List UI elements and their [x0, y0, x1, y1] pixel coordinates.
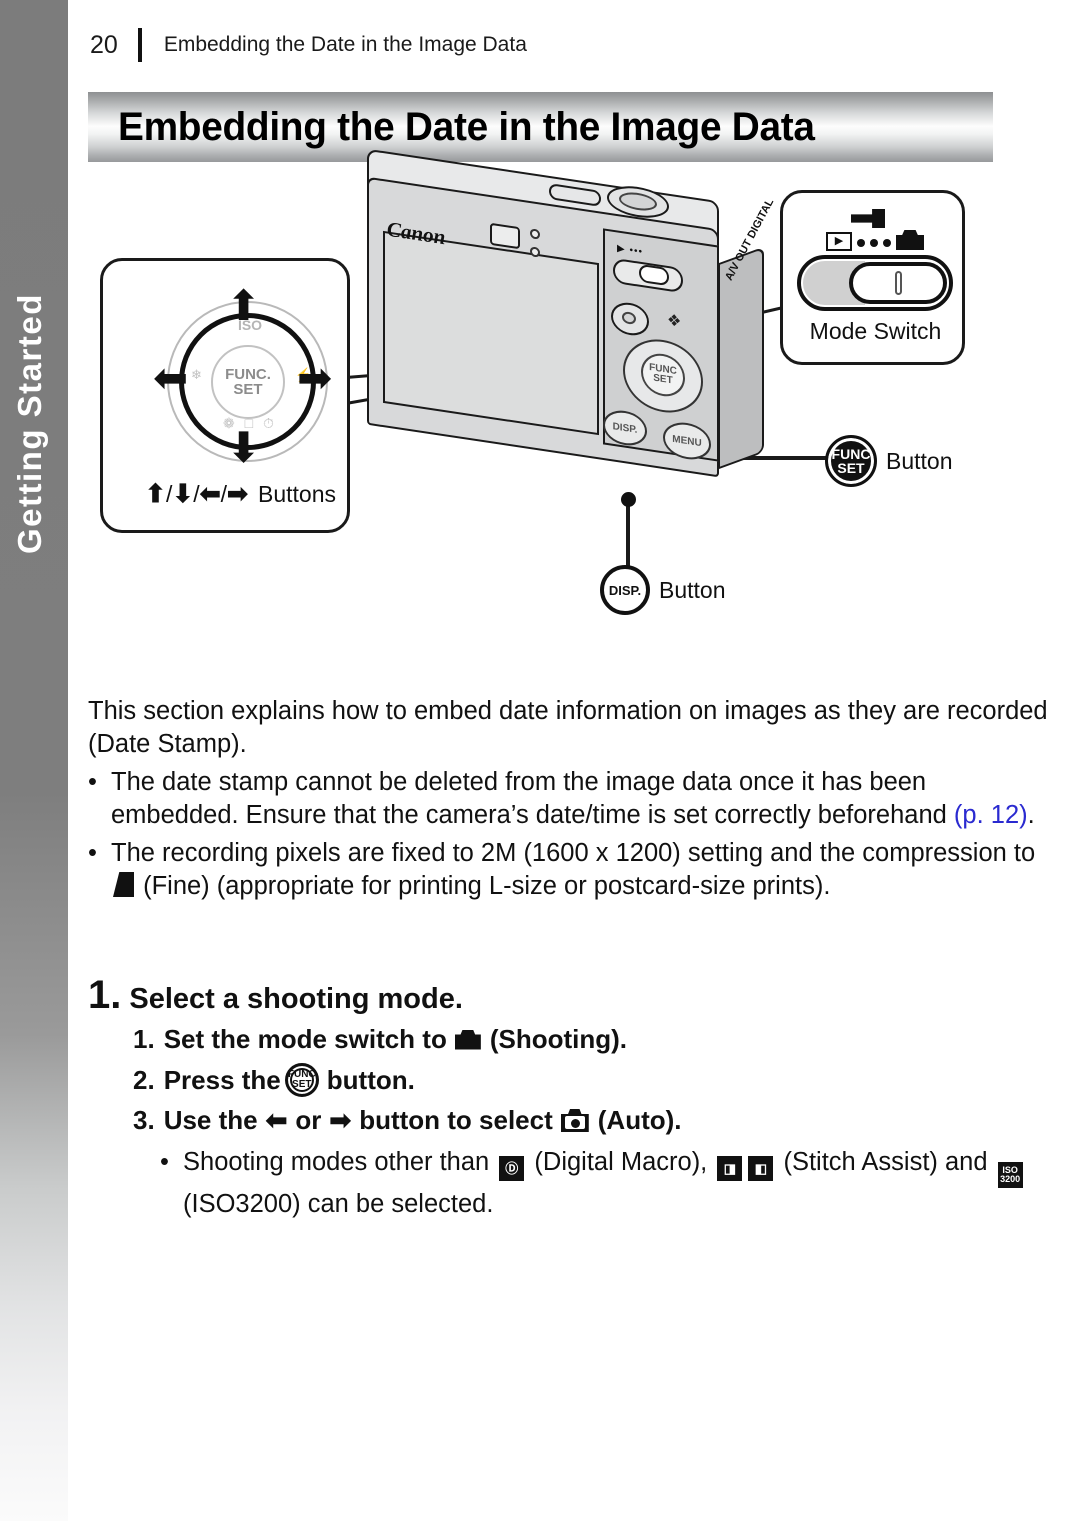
mode-slider-track: [797, 255, 953, 311]
iso-icon-line2: 3200: [1000, 1174, 1021, 1185]
playback-mode-icon: ▶: [826, 232, 852, 251]
note-part-1: Shooting modes other than: [183, 1148, 490, 1176]
substep-3-number: 3.: [133, 1105, 155, 1135]
bullet-1-part-b: .: [1027, 801, 1035, 830]
bullet-marker-2: •: [88, 838, 97, 867]
dpad-illustration: ISO ❄ ⚡ ❁ □ ⏱ FUNC. SET ⬆ ⬇ ⬅ ➡: [153, 285, 340, 474]
note-part-3: (Stitch Assist) and: [783, 1148, 988, 1176]
camera-viewfinder: [490, 222, 520, 250]
stitch-assist-icon-2: ◧: [748, 1156, 774, 1181]
func-set-button-icon: FUNC SET: [825, 435, 877, 487]
chapter-tab-label: Getting Started: [11, 293, 48, 554]
dpad-set-text: SET: [233, 381, 263, 398]
dpad-left-arrow-icon: ⬅: [153, 354, 189, 401]
dpad-func-set-center: FUNC. SET: [211, 345, 285, 419]
page-number: 20: [90, 30, 118, 59]
func-inline-line2: SET: [292, 1079, 312, 1090]
body-text: This section explains how to embed date …: [88, 695, 1048, 903]
camera-speaker-icon: ❖: [667, 311, 682, 332]
page-reference-link[interactable]: (p. 12): [954, 801, 1028, 829]
func-icon-line2: SET: [837, 460, 865, 476]
auto-mode-icon: [560, 1109, 589, 1132]
dpad-func-text: FUNC.: [225, 366, 271, 383]
substep-3: 3. Use the ⬅ or ➡ button to select (Auto…: [133, 1105, 1048, 1136]
caption-down-arrow-icon: ⬇: [172, 480, 194, 508]
note-bullet-marker: •: [160, 1148, 169, 1176]
bullet-1-text: The date stamp cannot be deleted from th…: [111, 766, 1048, 833]
substep-3-text-or: or: [295, 1105, 322, 1135]
substep-1-text-a: Set the mode switch to: [163, 1024, 447, 1054]
substep-3-right-arrow-icon: ➡: [329, 1105, 352, 1135]
substep-2-text-a: Press the: [163, 1064, 281, 1095]
func-set-inline-icon: FUNC SET: [284, 1063, 319, 1097]
caption-left-arrow-icon: ⬅: [199, 480, 221, 508]
bullet-item-1: • The date stamp cannot be deleted from …: [88, 766, 1048, 833]
shooting-mode-icon: [896, 230, 924, 250]
step-1-title: Select a shooting mode.: [129, 983, 463, 1015]
manual-page: Getting Started 20 Embedding the Date in…: [0, 0, 1080, 1521]
mode-knob-grip-icon: [894, 271, 902, 295]
step-1-heading: 1. Select a shooting mode.: [88, 975, 1048, 1016]
note-part-2: (Digital Macro),: [534, 1148, 708, 1176]
fine-compression-icon: [113, 871, 134, 897]
camera-diagram: ISO ❄ ⚡ ❁ □ ⏱ FUNC. SET ⬆ ⬇ ⬅ ➡ ⬆ / ⬇ / …: [80, 148, 1070, 670]
intro-paragraph: This section explains how to embed date …: [88, 697, 1048, 759]
iso3200-icon: ISO 3200: [997, 1162, 1023, 1189]
bullet-2-part-a: The recording pixels are fixed to 2M (16…: [111, 838, 1036, 867]
page-title: Embedding the Date in the Image Data: [118, 104, 815, 149]
substep-1-number: 1.: [133, 1024, 155, 1054]
dpad-up-arrow-icon: ⬆: [226, 282, 262, 329]
bullet-item-2: • The recording pixels are fixed to 2M (…: [88, 837, 1048, 904]
bullet-marker-1: •: [88, 767, 97, 796]
func-button-caption: Button: [886, 447, 953, 474]
running-header-title: Embedding the Date in the Image Data: [163, 33, 527, 56]
dpad-right-arrow-icon: ➡: [297, 354, 333, 401]
bullet-2-part-b: (Fine) (appropriate for printing L-size …: [136, 871, 831, 900]
note-part-4: (ISO3200) can be selected.: [183, 1190, 494, 1219]
mode-dot-3-icon: [883, 239, 891, 247]
stitch-assist-icon-1: ◨: [717, 1156, 743, 1181]
camera-illustration: Canon A/V OUT DIGITAL ▶ ••• ❖ FUNC SET D…: [345, 148, 815, 585]
substep-3-text-b: button to select: [359, 1105, 553, 1135]
note-text: Shooting modes other than Ⓓ (Digital Mac…: [183, 1146, 1048, 1222]
running-header: 20 Embedding the Date in the Image Data: [90, 28, 527, 62]
bullet-1-part-a: The date stamp cannot be deleted from th…: [111, 767, 954, 830]
camera-lcd-screen: [383, 230, 599, 436]
caption-up-arrow-icon: ⬆: [145, 480, 166, 508]
mode-switch-icon-row: ▶: [799, 209, 951, 251]
caption-right-arrow-icon: ➡: [227, 480, 248, 508]
dpad-buttons-caption: ⬆ / ⬇ / ⬅ / ➡ Buttons: [123, 479, 358, 509]
substep-1: 1. Set the mode switch to (Shooting).: [133, 1024, 1048, 1055]
bullet-2-text: The recording pixels are fixed to 2M (16…: [111, 837, 1048, 904]
substep-3-left-arrow-icon: ⬅: [265, 1105, 288, 1135]
digital-macro-icon: Ⓓ: [499, 1156, 525, 1181]
shooting-mode-inline-icon: [454, 1029, 481, 1050]
chapter-tab-sidebar: Getting Started: [0, 0, 68, 1521]
camera-dial-set-text: SET: [653, 372, 673, 387]
header-divider: [137, 28, 142, 62]
substep-1-text-b: (Shooting).: [489, 1024, 628, 1054]
substep-3-text-c: (Auto).: [597, 1105, 682, 1135]
mode-dot-2-icon: [870, 239, 878, 247]
note-bullet-item: • Shooting modes other than Ⓓ (Digital M…: [160, 1146, 1048, 1222]
substep-2-number: 2.: [133, 1064, 155, 1095]
mode-dot-1-icon: [857, 239, 865, 247]
substep-2: 2. Press the FUNC SET button.: [133, 1063, 1048, 1097]
callout-func-set-button: FUNC SET Button: [825, 435, 953, 487]
mode-slider-knob: [849, 262, 947, 304]
section-title-bar: Embedding the Date in the Image Data: [88, 92, 993, 162]
dpad-down-arrow-icon: ⬇: [226, 424, 262, 471]
movie-mode-icon: [851, 209, 885, 228]
camera-side-face: [718, 246, 764, 470]
callout-dpad-buttons: ISO ❄ ⚡ ❁ □ ⏱ FUNC. SET ⬆ ⬇ ⬅ ➡ ⬆ / ⬇ / …: [100, 258, 350, 533]
substep-2-text-b: button.: [326, 1064, 415, 1095]
step-1-number: 1.: [88, 973, 122, 1017]
dpad-macro-icon: ❄: [191, 367, 202, 382]
procedure-steps: 1. Select a shooting mode. 1. Set the mo…: [88, 975, 1048, 1222]
dpad-caption-text: Buttons: [257, 480, 336, 507]
func-icon-line1: FUNC: [831, 446, 871, 462]
substep-3-text-a: Use the: [163, 1105, 258, 1135]
